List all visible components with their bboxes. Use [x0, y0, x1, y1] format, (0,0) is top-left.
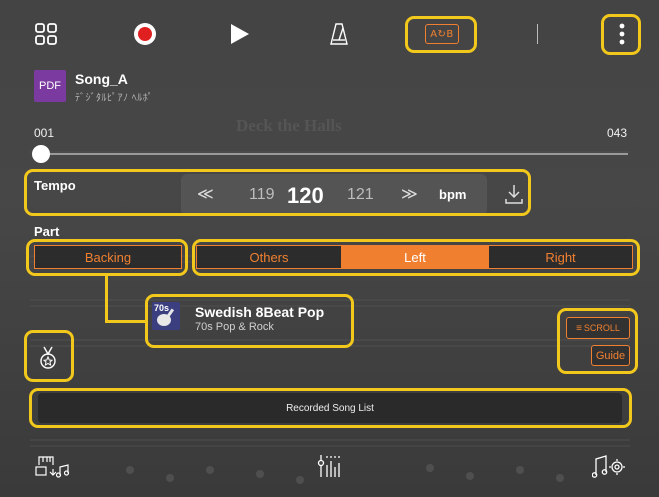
part-left-button[interactable]: Left: [342, 245, 488, 269]
record-icon: [134, 23, 156, 45]
ab-repeat-button[interactable]: A↻B: [422, 23, 462, 45]
tempo-prev[interactable]: 119: [249, 186, 275, 204]
scroll-button[interactable]: ≡ SCROLL: [566, 317, 630, 339]
connector-vertical: [105, 275, 108, 323]
play-icon: [231, 24, 249, 44]
song-subtitle: ﾃﾞｼﾞﾀﾙﾋﾟｱﾉ ﾍﾙﾎﾟ: [75, 93, 154, 104]
part-label: Part: [34, 224, 60, 239]
more-button[interactable]: [612, 20, 632, 48]
position-slider-thumb[interactable]: [32, 145, 50, 163]
toolbar-divider: [535, 24, 539, 44]
position-slider-track[interactable]: [40, 153, 628, 155]
part-right-button[interactable]: Right: [488, 245, 633, 269]
grid-icon[interactable]: [34, 22, 58, 46]
part-backing-button[interactable]: Backing: [34, 245, 182, 269]
sheet-title: Deck the Halls: [236, 116, 342, 135]
registration-icon[interactable]: [30, 340, 66, 376]
tempo-label: Tempo: [34, 178, 76, 193]
scroll-label: SCROLL: [583, 323, 620, 333]
mixer-icon[interactable]: [316, 452, 344, 480]
tempo-unit: bpm: [439, 187, 467, 202]
song-name[interactable]: Song_A: [75, 71, 128, 87]
guide-button[interactable]: Guide: [591, 345, 630, 366]
tempo-current[interactable]: 120: [287, 183, 324, 209]
ab-repeat-label: A↻B: [425, 24, 459, 44]
guitar-icon: [157, 308, 175, 326]
recorded-song-list-button[interactable]: Recorded Song List: [38, 393, 622, 423]
tempo-fast-increase-icon[interactable]: ≫: [401, 184, 418, 204]
part-others-button[interactable]: Others: [196, 245, 342, 269]
tempo-control: ≪ 119 120 121 ≫ bpm: [181, 174, 487, 216]
scroll-chevron-icon: ≡: [576, 322, 582, 334]
style-category: 70s Pop & Rock: [195, 321, 274, 333]
play-button[interactable]: [228, 21, 252, 47]
metronome-icon: [330, 23, 348, 45]
piano-settings-icon[interactable]: [34, 452, 74, 480]
music-settings-icon[interactable]: [590, 452, 628, 480]
tempo-next[interactable]: 121: [347, 186, 374, 204]
bar-end: 043: [607, 126, 628, 140]
more-vertical-icon: [619, 23, 625, 45]
metronome-button[interactable]: [328, 21, 350, 47]
connector-horizontal: [105, 320, 147, 323]
bar-start: 001: [34, 126, 55, 140]
tempo-fast-decrease-icon[interactable]: ≪: [197, 184, 214, 204]
style-thumbnail[interactable]: 70s: [152, 302, 180, 330]
pdf-badge: PDF: [34, 70, 66, 102]
style-name[interactable]: Swedish 8Beat Pop: [195, 304, 324, 320]
tempo-download-icon[interactable]: [504, 183, 524, 205]
record-button[interactable]: [133, 22, 157, 46]
